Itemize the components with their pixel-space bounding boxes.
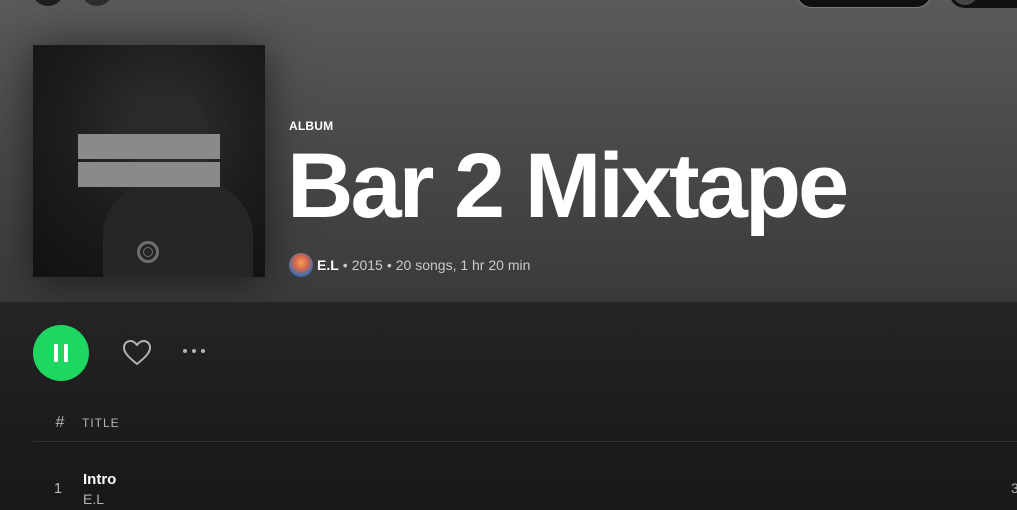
cover-figure-body [103, 175, 253, 277]
track-number: 1 [53, 480, 63, 497]
meta-separator: • [386, 257, 392, 273]
artist-link[interactable]: E.L [317, 257, 339, 273]
album-year: 2015 [351, 257, 383, 273]
top-bar-button[interactable] [796, 0, 932, 8]
track-title[interactable]: Intro [83, 471, 116, 488]
user-profile-button[interactable] [949, 0, 1017, 8]
column-title-header[interactable]: TITLE [82, 416, 120, 430]
album-header: ALBUM Bar 2 Mixtape E.L • 2015 • 20 song… [0, 0, 1017, 302]
album-title: Bar 2 Mixtape [287, 135, 849, 237]
track-duration: 3 [1011, 480, 1017, 496]
forward-button[interactable] [81, 0, 113, 6]
heart-icon[interactable] [121, 337, 153, 369]
album-type-label: ALBUM [289, 119, 334, 133]
more-options-icon[interactable] [178, 339, 210, 363]
track-artist[interactable]: E.L [83, 491, 104, 507]
meta-separator: • [342, 257, 348, 273]
album-cover [33, 45, 265, 277]
table-divider [33, 441, 1017, 442]
pause-button[interactable] [33, 325, 89, 381]
cover-seal-icon [137, 241, 159, 263]
album-stats: 20 songs, 1 hr 20 min [395, 257, 531, 273]
back-button[interactable] [32, 0, 64, 6]
cover-bar-bottom [78, 162, 220, 187]
column-number-header: # [55, 414, 65, 431]
pause-icon [54, 344, 68, 362]
artist-avatar[interactable] [289, 253, 313, 277]
cover-bar-top [78, 134, 220, 159]
album-meta: E.L • 2015 • 20 songs, 1 hr 20 min [289, 253, 531, 277]
tracklist-area [0, 302, 1017, 510]
